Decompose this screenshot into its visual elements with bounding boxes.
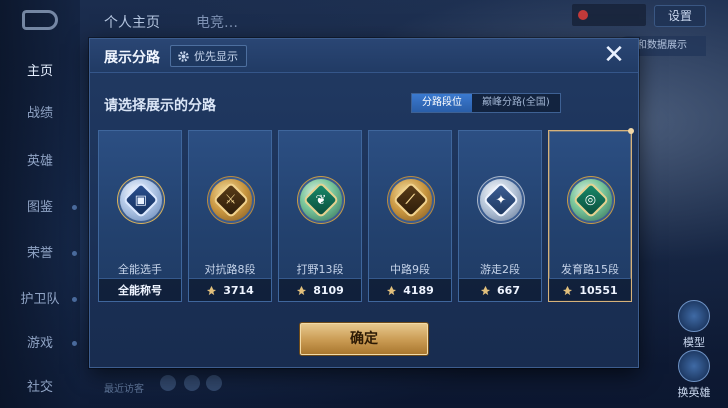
lane-card-score: 10551	[579, 283, 618, 297]
nav-item-gallery[interactable]: 图鉴	[0, 196, 80, 215]
lane-card[interactable]: ⟋ 中路9段 4189	[368, 130, 452, 302]
modal-header: 展示分路 优先显示 ✕	[90, 39, 638, 73]
nav-item-honor[interactable]: 荣誉	[0, 242, 80, 261]
lane-card-footer: 4189	[369, 278, 451, 301]
lane-card-name: 中路9段	[390, 263, 430, 276]
lane-card-name: 打野13段	[296, 263, 344, 276]
lane-type-segmented-control: 分路段位 巅峰分路(全国)	[411, 93, 561, 113]
lane-card-score: 667	[497, 283, 520, 297]
model-icon	[678, 300, 710, 332]
lane-card-name: 游走2段	[480, 263, 520, 276]
tab-lane-rank[interactable]: 分路段位	[412, 94, 472, 112]
switch-hero-label: 换英雄	[677, 386, 711, 399]
lane-card-score: 全能称号	[118, 284, 162, 297]
back-logo-icon[interactable]	[22, 10, 58, 30]
lane-display-modal: 展示分路 优先显示 ✕ 请选择展示的分路 分路段位 巅峰分路(全国) ▣ 全能选手…	[89, 38, 639, 368]
nav-dot-indicator	[72, 251, 77, 256]
lane-card-score: 8109	[313, 283, 344, 297]
lane-card-score: 3714	[223, 283, 254, 297]
model-button[interactable]: 模型	[672, 300, 716, 350]
settings-button[interactable]: 设置	[654, 5, 706, 27]
select-lane-prompt: 请选择展示的分路	[104, 98, 216, 114]
confirm-button[interactable]: 确定	[300, 323, 428, 355]
left-nav: 主页 战绩 英雄 图鉴 荣誉 护卫队 游戏 社交	[0, 0, 80, 408]
tab-esports[interactable]: 电竞…	[196, 12, 238, 32]
nav-item-games[interactable]: 游戏	[0, 332, 80, 351]
nav-dot-indicator	[72, 205, 77, 210]
visitor-avatar[interactable]	[206, 375, 222, 391]
nav-item-heroes[interactable]: 英雄	[0, 150, 80, 169]
tab-profile[interactable]: 个人主页	[104, 12, 160, 32]
nav-item-guard[interactable]: 护卫队	[0, 288, 80, 307]
lane-card-footer: 3714	[189, 278, 271, 301]
nav-dot-indicator	[72, 341, 77, 346]
clash-lane-emblem-icon: ⚔	[210, 179, 252, 221]
switch-hero-button[interactable]: 换英雄	[672, 350, 716, 400]
lane-card[interactable]: ◎ 发育路15段 10551	[548, 128, 634, 302]
lane-card-name: 全能选手	[118, 263, 162, 276]
close-icon[interactable]: ✕	[600, 42, 628, 70]
tab-peak-lane-national[interactable]: 巅峰分路(全国)	[472, 94, 560, 112]
combat-power-icon	[207, 285, 217, 295]
modal-title: 展示分路	[104, 50, 160, 66]
lane-card-name: 对抗路8段	[204, 263, 256, 276]
recent-visitors-label: 最近访客	[104, 384, 144, 395]
visitor-avatar[interactable]	[160, 375, 176, 391]
all-round-emblem-icon: ▣	[120, 179, 162, 221]
nav-dot-indicator	[72, 297, 77, 302]
live-badge[interactable]	[572, 4, 646, 26]
lane-card-score: 4189	[403, 283, 434, 297]
priority-display-label: 优先显示	[194, 50, 238, 63]
visitor-avatar[interactable]	[184, 375, 200, 391]
jungle-emblem-icon: ❦	[300, 179, 342, 221]
mid-lane-emblem-icon: ⟋	[390, 179, 432, 221]
combat-power-icon	[563, 285, 573, 295]
gear-icon	[178, 50, 189, 62]
combat-power-icon	[297, 285, 307, 295]
switch-hero-icon	[678, 350, 710, 382]
nav-item-record[interactable]: 战绩	[0, 102, 80, 121]
nav-item-home[interactable]: 主页	[0, 60, 80, 79]
live-dot-icon	[578, 10, 588, 20]
lane-card[interactable]: ▣ 全能选手全能称号	[98, 130, 182, 302]
combat-power-icon	[480, 285, 491, 295]
roam-emblem-icon: ✦	[480, 179, 522, 221]
lane-card-footer: 667	[459, 278, 541, 301]
lane-card[interactable]: ⚔ 对抗路8段 3714	[188, 130, 272, 302]
lane-card-footer: 8109	[279, 278, 361, 301]
farm-lane-emblem-icon: ◎	[570, 179, 612, 221]
priority-display-button[interactable]: 优先显示	[170, 45, 247, 67]
selected-corner-marker	[628, 128, 634, 134]
model-label: 模型	[683, 336, 705, 349]
lane-card[interactable]: ✦ 游走2段 667	[458, 130, 542, 302]
combat-power-icon	[387, 285, 397, 295]
lane-card-footer: 全能称号	[99, 278, 181, 301]
lane-card[interactable]: ❦ 打野13段 8109	[278, 130, 362, 302]
nav-item-social[interactable]: 社交	[0, 376, 80, 395]
lane-card-name: 发育路15段	[561, 263, 619, 276]
lane-card-footer: 10551	[549, 278, 631, 301]
